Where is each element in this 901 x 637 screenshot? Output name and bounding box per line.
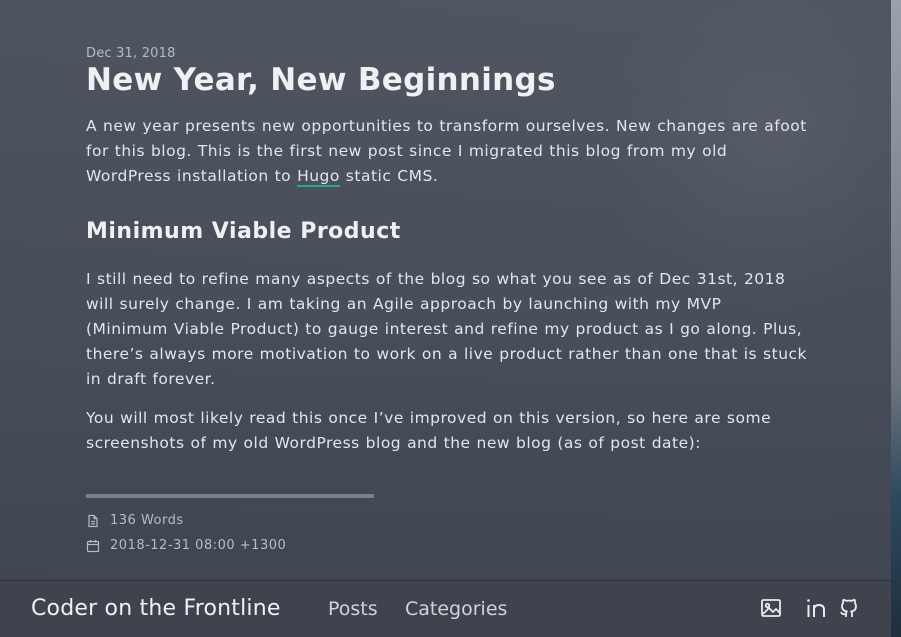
nav-link-categories[interactable]: Categories	[405, 598, 507, 620]
page-content-frame: Dec 31, 2018 New Year, New Beginnings A …	[0, 0, 891, 580]
paragraph-screenshots: You will most likely read this once I’ve…	[86, 409, 772, 452]
post-timestamp: 2018-12-31 08:00 +1300	[110, 538, 287, 553]
timestamp-row: 2018-12-31 08:00 +1300	[86, 538, 286, 553]
intro-text-after-link: static CMS.	[339, 167, 439, 185]
document-icon	[86, 514, 100, 528]
site-brand-link[interactable]: Coder on the Frontline	[31, 596, 281, 621]
calendar-icon	[86, 539, 100, 553]
paragraph-mvp: I still need to refine many aspects of t…	[86, 270, 808, 388]
image-icon[interactable]	[760, 597, 782, 619]
bottom-navbar: Coder on the Frontline Posts Categories	[0, 580, 891, 637]
window-edge	[891, 0, 901, 637]
github-icon[interactable]	[838, 597, 860, 619]
word-count-row: 136 Words	[86, 513, 184, 528]
intro-paragraph: A new year presents new opportunities to…	[86, 114, 808, 189]
article-divider	[86, 494, 374, 498]
post-date: Dec 31, 2018	[86, 46, 176, 61]
post-title: New Year, New Beginnings	[86, 62, 556, 98]
word-count: 136 Words	[110, 513, 184, 528]
article: Dec 31, 2018 New Year, New Beginnings A …	[86, 46, 808, 470]
hugo-link[interactable]: Hugo	[297, 167, 340, 187]
intro-text-before-link: A new year presents new opportunities to…	[86, 117, 807, 185]
section-heading: Minimum Viable Product	[86, 219, 401, 244]
nav-link-posts[interactable]: Posts	[328, 598, 378, 620]
linkedin-icon[interactable]	[805, 597, 827, 619]
